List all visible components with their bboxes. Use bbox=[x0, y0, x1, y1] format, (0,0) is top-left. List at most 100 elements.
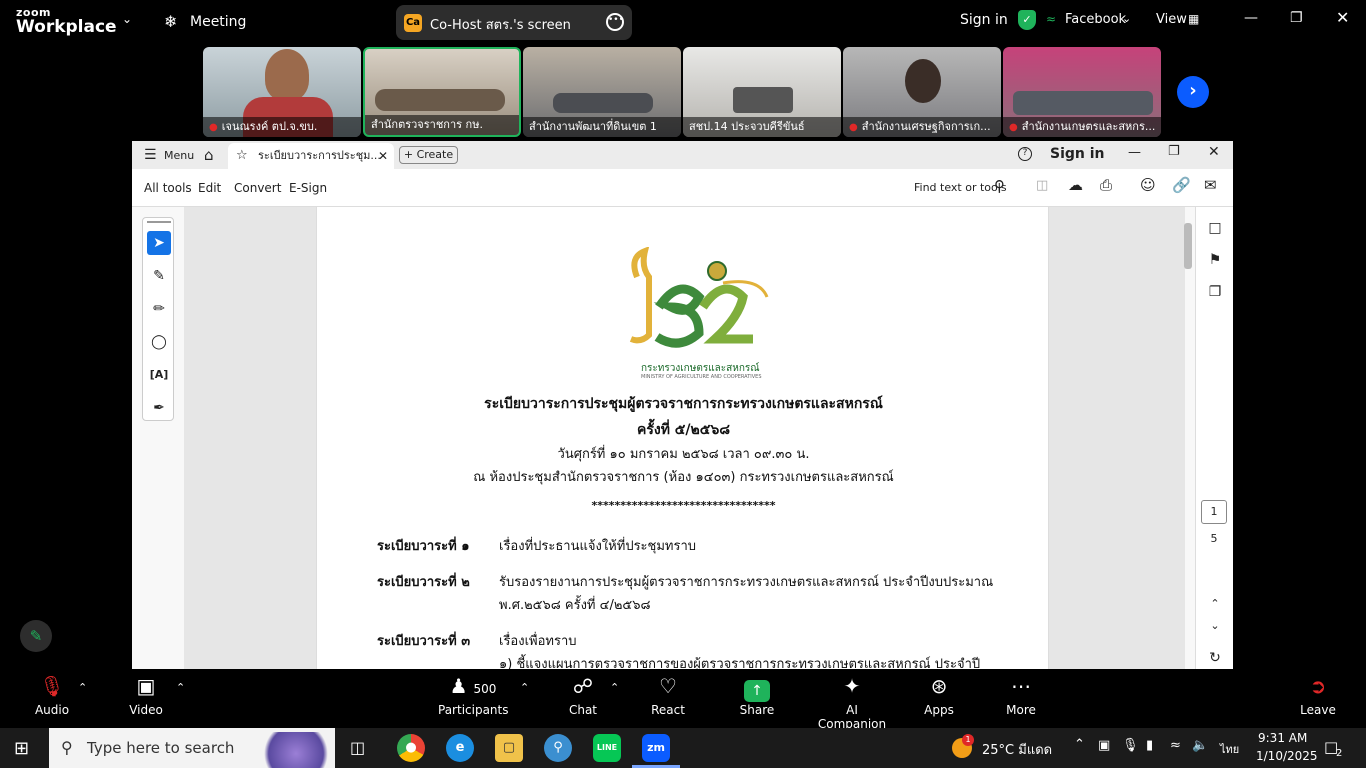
page-up-icon[interactable]: ⌃ bbox=[1204, 593, 1226, 615]
search-icon[interactable]: ⚲ bbox=[994, 177, 1005, 195]
file-explorer-icon[interactable]: ▢ bbox=[495, 734, 523, 762]
vertical-scrollbar[interactable] bbox=[1183, 217, 1193, 669]
participant-tile[interactable]: สำนักตรวจราชการ กษ. bbox=[363, 47, 521, 137]
print-icon[interactable]: ⎙ bbox=[1100, 176, 1112, 194]
ai-companion-button[interactable]: ✦ AI Companion bbox=[812, 669, 892, 731]
restore-icon[interactable]: ❐ bbox=[1290, 10, 1303, 26]
meeting-label[interactable]: Meeting bbox=[190, 14, 246, 30]
wifi-icon[interactable]: ≈ bbox=[1170, 738, 1181, 753]
scrollbar-thumb[interactable] bbox=[1184, 223, 1192, 269]
share-user-icon[interactable]: ☺ bbox=[1140, 176, 1156, 194]
highlight-pen-icon[interactable]: ✏ bbox=[147, 297, 171, 321]
participant-tile[interactable]: สชป.14 ประจวบคีรีขันธ์ bbox=[683, 47, 841, 137]
total-pages: 5 bbox=[1210, 532, 1218, 545]
chevron-up-icon[interactable]: ⌃ bbox=[520, 681, 529, 694]
pages-icon[interactable]: ❐ bbox=[1204, 281, 1226, 303]
participant-name: สำนักงานเกษตรและสหกร... bbox=[1021, 120, 1156, 133]
close-icon[interactable]: ✕ bbox=[1336, 8, 1349, 27]
apps-button[interactable]: ⊛ Apps bbox=[918, 669, 960, 728]
chat-button[interactable]: ☍ Chat bbox=[560, 669, 606, 728]
menu-esign[interactable]: E-Sign bbox=[289, 181, 327, 195]
weather-text[interactable]: 25°C มีแดด bbox=[982, 739, 1052, 760]
hamburger-icon[interactable]: ☰ bbox=[144, 147, 157, 163]
shield-icon[interactable]: ✓ bbox=[1018, 10, 1036, 30]
menu-edit[interactable]: Edit bbox=[198, 181, 221, 195]
chevron-up-icon[interactable]: ⌃ bbox=[176, 681, 185, 694]
participants-button[interactable]: ♟ 500 Participants bbox=[438, 669, 509, 728]
bookmark-icon[interactable]: ⚑ bbox=[1204, 249, 1226, 271]
photos-icon[interactable]: ⚲ bbox=[544, 734, 572, 762]
sign-pen-icon[interactable]: ✒ bbox=[147, 396, 171, 420]
react-button[interactable]: ♡ React bbox=[646, 669, 690, 728]
camera-tray-icon[interactable]: ▣ bbox=[1098, 738, 1110, 753]
save-icon[interactable]: ◫ bbox=[1036, 178, 1048, 193]
network-name[interactable]: Facebook bbox=[1065, 12, 1126, 27]
more-options-icon[interactable]: ••• bbox=[606, 13, 624, 31]
chevron-down-icon[interactable]: ⌄ bbox=[122, 12, 132, 26]
chevron-up-icon[interactable]: ⌃ bbox=[610, 681, 619, 694]
next-page-arrow-icon[interactable]: › bbox=[1177, 76, 1209, 108]
star-icon[interactable]: ☆ bbox=[236, 143, 248, 169]
clock-date[interactable]: 1/10/2025 bbox=[1256, 749, 1318, 763]
close-icon[interactable]: ✕ bbox=[1208, 144, 1220, 160]
view-button[interactable]: View bbox=[1156, 12, 1187, 27]
page-down-icon[interactable]: ⌄ bbox=[1204, 615, 1226, 637]
annotate-pencil-icon[interactable]: ✎ bbox=[20, 620, 52, 652]
panel-grip[interactable] bbox=[147, 221, 171, 223]
menu-convert[interactable]: Convert bbox=[234, 181, 281, 195]
windows-start-icon[interactable]: ⊞ bbox=[14, 738, 29, 759]
chevron-down-icon[interactable]: ⌄ bbox=[1122, 12, 1131, 25]
audio-button[interactable]: 🎙 Audio bbox=[26, 669, 78, 728]
edge-icon[interactable]: e bbox=[446, 734, 474, 762]
minimize-icon[interactable]: — bbox=[1244, 10, 1258, 26]
participant-face bbox=[265, 49, 309, 101]
volume-icon[interactable]: 🔈 bbox=[1192, 738, 1208, 753]
text-select-icon[interactable]: [A] bbox=[147, 363, 171, 387]
battery-icon[interactable]: ▮ bbox=[1146, 738, 1153, 753]
acrobat-sign-in[interactable]: Sign in bbox=[1050, 146, 1105, 162]
sign-in-link[interactable]: Sign in bbox=[960, 12, 1008, 28]
chevron-up-icon[interactable]: ⌃ bbox=[1074, 737, 1085, 752]
upload-cloud-icon[interactable]: ☁ bbox=[1068, 176, 1083, 194]
language-indicator[interactable]: ไทย bbox=[1220, 740, 1239, 758]
clock-time[interactable]: 9:31 AM bbox=[1258, 731, 1307, 745]
document-tab[interactable]: ☆ ระเบียบวาระการประชุม... ✕ bbox=[228, 143, 394, 169]
more-button[interactable]: ⋯ More bbox=[998, 669, 1044, 728]
link-icon[interactable]: 🔗 bbox=[1172, 176, 1191, 194]
share-button[interactable]: ↑ Share bbox=[734, 669, 780, 728]
find-tools-field[interactable]: Find text or tools bbox=[914, 181, 1007, 194]
chevron-up-icon[interactable]: ⌃ bbox=[78, 681, 87, 694]
agenda-subitem: ๑) ชี้แจงแผนการตรวจราชการของผู้ตรวจราชกา… bbox=[499, 657, 981, 669]
select-cursor-icon[interactable]: ➤ bbox=[147, 231, 171, 255]
comment-icon[interactable]: ✎ bbox=[147, 264, 171, 288]
help-icon[interactable]: ? bbox=[1018, 147, 1032, 161]
leave-button[interactable]: ➲ Leave bbox=[1296, 669, 1340, 728]
participant-tile[interactable]: ● สำนักงานเศรษฐกิจการเก... bbox=[843, 47, 1001, 137]
current-page-input[interactable]: 1 bbox=[1201, 500, 1227, 524]
video-button[interactable]: ▣ Video bbox=[120, 669, 172, 728]
comments-icon[interactable]: □ bbox=[1204, 217, 1226, 239]
participant-name-bar: สำนักตรวจราชการ กษ. bbox=[365, 115, 519, 135]
create-button[interactable]: + Create bbox=[399, 146, 458, 164]
task-view-icon[interactable]: ◫ bbox=[350, 738, 365, 757]
mic-tray-icon[interactable]: 🎙 bbox=[1122, 738, 1139, 753]
rotate-icon[interactable]: ↻ bbox=[1204, 647, 1226, 669]
menu-all-tools[interactable]: All tools bbox=[144, 181, 192, 195]
menu-label[interactable]: Menu bbox=[164, 149, 194, 162]
lasso-icon[interactable]: ◯ bbox=[147, 330, 171, 354]
participant-tile[interactable]: ● เจนณรงค์ ตป.จ.ขบ. bbox=[203, 47, 361, 137]
email-icon[interactable]: ✉ bbox=[1204, 176, 1217, 194]
mic-muted-icon: ● bbox=[209, 122, 218, 133]
zoom-app-icon[interactable]: zm bbox=[642, 734, 670, 762]
participant-tile[interactable]: สำนักงานพัฒนาที่ดินเขต 1 bbox=[523, 47, 681, 137]
chat-label: Chat bbox=[568, 703, 598, 717]
close-tab-icon[interactable]: ✕ bbox=[378, 143, 388, 169]
participant-tile[interactable]: ● สำนักงานเกษตรและสหกร... bbox=[1003, 47, 1161, 137]
chrome-icon[interactable]: ● bbox=[397, 734, 425, 762]
line-app-icon[interactable]: LINE bbox=[593, 734, 621, 762]
share-banner[interactable]: Ca Co-Host สตร.'s screen ••• bbox=[396, 5, 632, 40]
home-icon[interactable]: ⌂ bbox=[204, 146, 214, 164]
restore-icon[interactable]: ❐ bbox=[1168, 144, 1180, 159]
grid-icon[interactable]: ▦ bbox=[1188, 12, 1199, 26]
minimize-icon[interactable]: — bbox=[1128, 145, 1141, 160]
